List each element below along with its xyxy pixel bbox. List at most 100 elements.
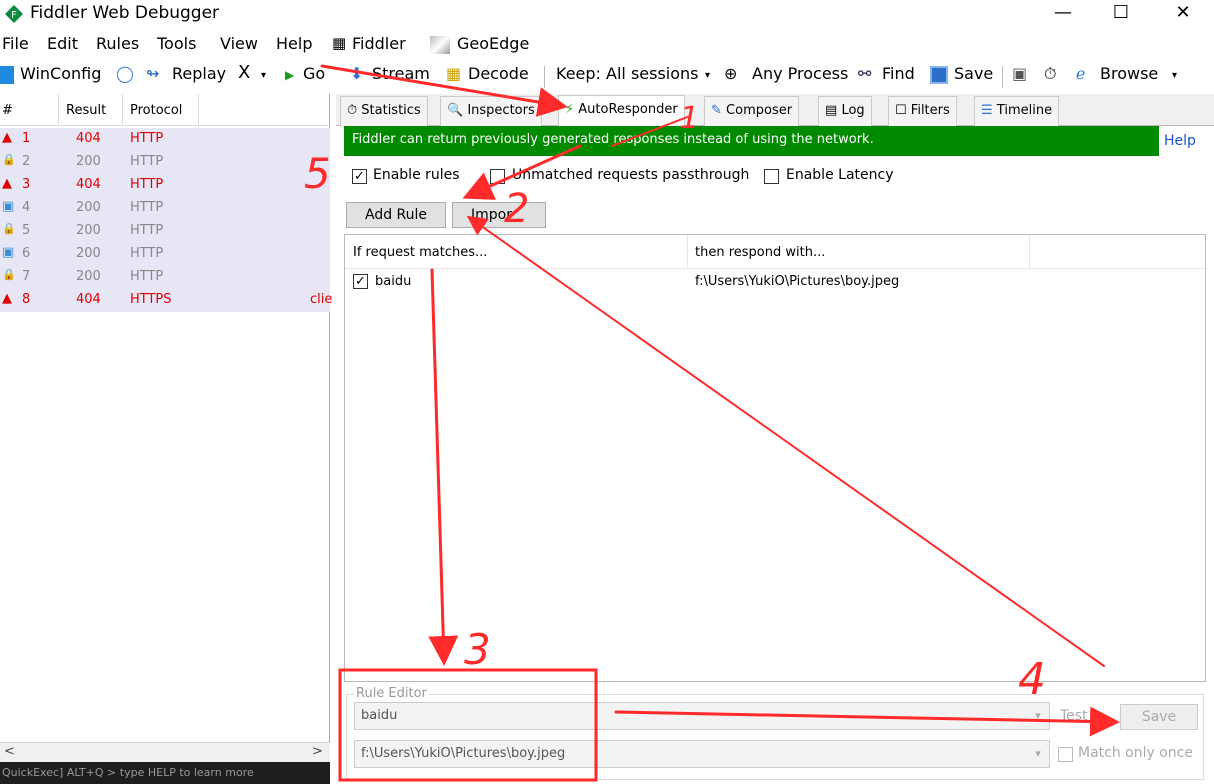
test-button[interactable]: Test [1060,708,1088,724]
table-row[interactable]: 🔒 7 200 HTTP [0,266,330,289]
add-rule-button[interactable]: Add Rule [346,202,446,228]
tab-statistics[interactable]: ⏱ Statistics [340,96,428,126]
session-protocol: HTTPS [130,292,172,307]
horizontal-scrollbar[interactable]: < > [0,742,330,762]
stream-button[interactable]: Stream [372,64,430,83]
session-number: 8 [22,292,31,307]
stream-icon: ⬇ [350,64,364,83]
chevron-down-icon[interactable]: ▾ [1028,741,1048,767]
session-number: 2 [22,154,31,169]
rule-respond-input[interactable]: f:\Users\YukiO\Pictures\boy.jpeg [354,740,1050,768]
session-protocol: HTTP [130,223,164,238]
scroll-left-icon[interactable]: < [4,744,15,759]
session-protocol: HTTP [130,154,164,169]
info-banner: Fiddler can return previously generated … [344,126,1159,156]
any-process-button[interactable]: Any Process [752,64,848,83]
column-respond[interactable]: then respond with... [695,245,825,260]
image-icon: ▣ [2,245,15,260]
table-row[interactable]: ▲ 3 404 HTTP [0,174,330,197]
screenshot-icon[interactable]: ▣ [1012,64,1027,83]
find-button[interactable]: Find [882,64,915,83]
table-row[interactable]: ▲ 1 404 HTTP [0,128,330,151]
scroll-right-icon[interactable]: > [312,744,323,759]
rule-enabled-checkbox[interactable]: ✓ [353,274,368,289]
session-result: 404 [76,292,101,307]
tab-label: Filters [910,103,950,118]
toolbar-divider [544,66,545,88]
table-row[interactable]: 🔒 2 200 HTTP [0,151,330,174]
timer-icon[interactable]: ⏱ [1044,64,1056,84]
session-protocol: HTTP [130,246,164,261]
menu-tools[interactable]: Tools [157,34,196,53]
go-button[interactable]: Go [303,64,325,83]
tab-composer[interactable]: ✎ Composer [704,96,800,126]
menu-file[interactable]: File [2,34,29,53]
keep-sessions-dropdown[interactable]: Keep: All sessions [556,64,699,83]
title-bar: F Fiddler Web Debugger — ☐ ✕ [0,0,1214,30]
close-button[interactable]: ✕ [1160,0,1206,28]
minimize-button[interactable]: — [1040,0,1086,28]
tab-filters[interactable]: ☐ Filters [888,96,957,126]
session-number: 5 [22,223,31,238]
rule-match-input[interactable]: baidu [354,702,1050,730]
column-number[interactable]: # [2,103,13,118]
match-once-label: Match only once [1078,745,1193,761]
maximize-button[interactable]: ☐ [1098,0,1144,28]
log-icon: ▤ [825,103,838,118]
menu-view[interactable]: View [220,34,258,53]
table-row[interactable]: 🔒 5 200 HTTP [0,220,330,243]
tab-autoresponder[interactable]: ⚡ AutoResponder [558,95,685,126]
winconfig-button[interactable]: WinConfig [20,64,101,83]
chevron-down-icon[interactable]: ▾ [261,70,266,81]
column-result[interactable]: Result [66,103,106,118]
table-row[interactable]: ▣ 4 200 HTTP [0,197,330,220]
remove-button[interactable]: X [238,62,250,83]
table-row[interactable]: ▲ 8 404 HTTPS clie [0,289,332,312]
quickexec-input[interactable]: QuickExec] ALT+Q > type HELP to learn mo… [0,762,330,784]
passthrough-label: Unmatched requests passthrough [512,167,750,183]
passthrough-checkbox[interactable] [490,169,505,184]
image-icon: ▣ [2,199,15,214]
tab-timeline[interactable]: ☰ Timeline [974,96,1060,126]
rule-row[interactable]: ✓ baidu f:\Users\YukiO\Pictures\boy.jpeg [345,271,1205,293]
menu-fiddler[interactable]: Fiddler [352,34,406,53]
toolbar-divider [1002,66,1003,88]
chevron-down-icon[interactable]: ▾ [1172,70,1177,81]
help-link[interactable]: Help [1164,133,1196,149]
menu-rules[interactable]: Rules [96,34,139,53]
comment-icon[interactable]: ◯ [116,64,134,83]
browse-button[interactable]: Browse [1100,64,1158,83]
menu-geoedge[interactable]: GeoEdge [457,34,529,53]
geoedge-icon [430,36,450,54]
session-list-header: # Result Protocol [0,94,330,126]
tab-inspectors[interactable]: 🔍 Inspectors [440,96,542,126]
replay-button[interactable]: Replay [172,64,226,83]
decode-button[interactable]: Decode [468,64,529,83]
decode-icon: ▦ [446,64,462,83]
enable-rules-checkbox[interactable]: ✓ [352,169,367,184]
import-button[interactable]: Impor [452,202,546,228]
menu-help[interactable]: Help [276,34,312,53]
session-list: # Result Protocol ▲ 1 404 HTTP 🔒 2 200 HTTP ▲ 3 40… [0,94,332,784]
fiddler-logo-icon: F [5,5,23,23]
menu-edit[interactable]: Edit [47,34,78,53]
column-match[interactable]: If request matches... [353,245,487,260]
tab-log[interactable]: ▤ Log [818,96,872,126]
save-icon [930,66,948,84]
session-result: 404 [76,177,101,192]
save-rule-button[interactable]: Save [1120,704,1198,730]
latency-checkbox[interactable] [764,169,779,184]
chevron-down-icon[interactable]: ▾ [1028,703,1048,729]
column-protocol[interactable]: Protocol [130,103,182,118]
match-once-checkbox[interactable] [1058,747,1073,762]
session-protocol: HTTP [130,177,164,192]
session-number: 6 [22,246,31,261]
rules-list-header: If request matches... then respond with.… [345,235,1205,269]
session-protocol: HTTP [130,200,164,215]
save-button[interactable]: Save [954,64,993,83]
table-row[interactable]: ▣ 6 200 HTTP [0,243,330,266]
session-number: 7 [22,269,31,284]
rule-editor: Rule Editor baidu ▾ Test Save f:\Users\Y… [344,686,1206,782]
lightning-icon: ⚡ [565,102,575,117]
tab-label: Inspectors [467,103,535,118]
